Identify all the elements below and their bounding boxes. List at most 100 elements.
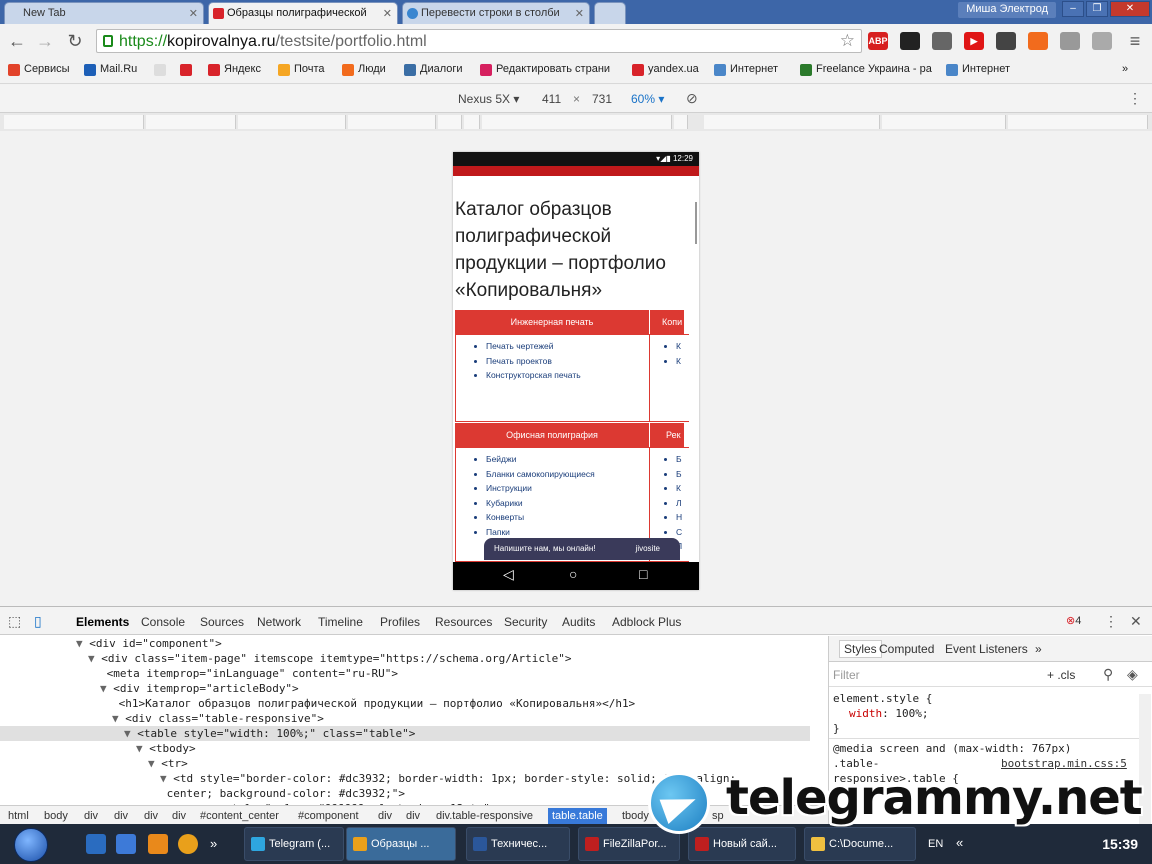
list-item-link[interactable]: Л [676,496,689,511]
styles-filter-input[interactable]: Filter [833,668,860,682]
tab-translate[interactable]: Перевести строки в столби ✕ [402,2,590,24]
expand-triangle-icon[interactable]: ▼ [112,712,119,725]
expand-triangle-icon[interactable]: ▼ [148,757,155,770]
close-window-button[interactable]: ✕ [1110,1,1150,17]
breadcrumb-item[interactable]: div [402,808,424,824]
ext-icon-6[interactable] [1092,32,1112,50]
dom-node[interactable]: ▼ <tbody> [0,741,810,756]
expand-triangle-icon[interactable]: ▼ [136,742,143,755]
forward-button[interactable]: → [34,30,56,52]
devtools-tab-audits[interactable]: Audits [562,615,595,629]
devtools-tab-profiles[interactable]: Profiles [380,615,420,629]
css-declaration[interactable]: width: 100%; [849,707,929,720]
new-tab-button[interactable] [594,2,626,24]
error-count[interactable]: ⊗4 [1066,614,1081,627]
devtools-tab-elements[interactable]: Elements [76,615,129,629]
quicklaunch-icon[interactable] [116,834,136,854]
breadcrumb-item[interactable]: #content_center [196,808,283,824]
list-item-link[interactable]: К [676,481,689,496]
ext-icon-5[interactable] [1060,32,1080,50]
ext-icon-3[interactable] [996,32,1016,50]
list-item-link[interactable]: С [676,525,689,540]
chat-widget[interactable]: Напишите нам, мы онлайн! jivosite [484,538,680,560]
tab-new-tab[interactable]: New Tab ✕ [4,2,204,24]
list-item-link[interactable]: Печать проектов [486,354,649,369]
breadcrumb-item[interactable]: div [140,808,162,824]
styles-tab[interactable]: Styles [839,640,882,658]
styles-tab[interactable]: Event Listeners [945,642,1028,656]
address-bar[interactable]: https://kopirovalnya.ru/testsite/portfol… [96,29,862,53]
taskbar-button[interactable]: Техничес... [466,827,570,861]
list-item-link[interactable]: Папки [486,525,649,540]
media-query-ruler[interactable] [0,113,1152,131]
dom-node[interactable]: ▼ <div class="table-responsive"> [0,711,810,726]
close-devtools-icon[interactable]: ✕ [1130,613,1142,630]
device-width[interactable]: 411 [542,92,561,106]
close-tab-icon[interactable]: ✕ [575,7,584,20]
youtube-icon[interactable]: ▶ [964,32,984,50]
list-item-link[interactable]: Н [676,510,689,525]
close-tab-icon[interactable]: ✕ [189,7,198,20]
expand-triangle-icon[interactable]: ▼ [124,727,131,740]
dom-node[interactable]: <h1>Каталог образцов полиграфической про… [0,696,810,711]
chrome-icon[interactable] [178,834,198,854]
dom-node[interactable]: ▼ <div itemprop="articleBody"> [0,681,810,696]
breadcrumb-item[interactable]: body [40,808,72,824]
bookmark-item[interactable]: Сервисы [8,63,70,76]
list-item-link[interactable]: Бейджи [486,452,649,467]
list-item-link[interactable]: Кубарики [486,496,649,511]
zoom-select[interactable]: 60% ▾ [631,92,664,106]
list-item-link[interactable]: Конверты [486,510,649,525]
breadcrumb-item[interactable]: div [374,808,396,824]
bookmark-star-icon[interactable]: ☆ [840,31,855,51]
bookmarks-overflow-icon[interactable]: » [1122,63,1128,75]
styles-toolbar-buttons[interactable]: + .cls [1047,668,1075,682]
device-height[interactable]: 731 [592,92,612,106]
back-nav-icon[interactable]: ◁ [503,566,514,583]
list-item-link[interactable]: Бланки самокопирующиеся [486,467,649,482]
quicklaunch-more-icon[interactable]: » [210,836,217,851]
bookmark-item[interactable]: Диалоги [404,63,463,76]
ie-icon[interactable] [86,834,106,854]
breadcrumb-item[interactable]: #component [294,808,363,824]
dom-node[interactable]: ▼ <tr> [0,756,810,771]
menu-icon[interactable]: ≡ [1124,30,1146,52]
list-item-link[interactable]: Печать чертежей [486,339,649,354]
devtools-tab-timeline[interactable]: Timeline [318,615,363,629]
list-item-link[interactable]: Инструкции [486,481,649,496]
styles-tab[interactable]: » [1035,642,1042,656]
bookmark-item[interactable]: Редактировать страни [480,63,610,76]
element-state-icon[interactable]: ◈ [1127,666,1138,683]
taskbar-button[interactable]: Telegram (... [244,827,344,861]
devtools-menu-icon[interactable]: ⋮ [1104,613,1118,630]
breadcrumb-item[interactable]: div [110,808,132,824]
taskbar-button[interactable]: Образцы ... [346,827,456,861]
close-tab-icon[interactable]: ✕ [383,7,392,20]
breadcrumb-item[interactable]: html [4,808,33,824]
device-mode-icon[interactable]: ▯ [34,613,42,630]
start-button[interactable] [14,828,48,862]
language-indicator[interactable]: EN [928,838,943,850]
breadcrumb-item[interactable]: div.table-responsive [432,808,537,824]
css-source-link[interactable]: bootstrap.min.css:5 [1001,757,1127,770]
reload-button[interactable]: ↻ [64,30,86,52]
back-button[interactable]: ← [6,30,28,52]
dom-node[interactable]: ▼ <table style="width: 100%;" class="tab… [0,726,810,741]
tab-portfolio[interactable]: Образцы полиграфической ✕ [208,2,398,24]
rotate-icon[interactable]: ⊘ [686,90,698,107]
devtools-tab-console[interactable]: Console [141,615,185,629]
breadcrumb-item[interactable]: div [80,808,102,824]
dom-node[interactable]: ▼ <div id="component"> [0,636,810,651]
home-nav-icon[interactable]: ○ [569,566,577,582]
minimize-button[interactable]: – [1062,1,1084,17]
adblock-icon[interactable]: ABP [868,32,888,50]
profile-button[interactable]: Миша Электрод [958,2,1056,18]
quicklaunch-icon[interactable] [148,834,168,854]
devtools-tab-security[interactable]: Security [504,615,547,629]
expand-triangle-icon[interactable]: ▼ [88,652,95,665]
system-tray-icons[interactable] [980,836,1070,850]
bookmark-item[interactable]: Интернет [714,63,778,76]
ext-icon-2[interactable] [932,32,952,50]
list-item-link[interactable]: К [676,354,689,369]
more-options-icon[interactable]: ⋮ [1128,90,1142,107]
